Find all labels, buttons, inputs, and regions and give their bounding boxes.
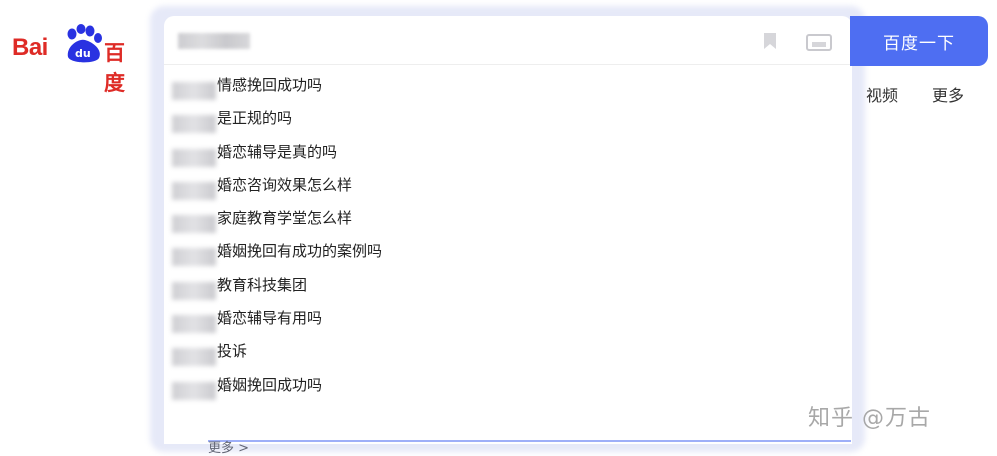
suggestion-text: 情感挽回成功吗 — [217, 76, 323, 94]
suggestion-list: 情感挽回成功吗 是正规的吗 婚恋辅导是真的吗 婚恋咨询效果怎么样 家庭教育学堂怎… — [164, 74, 852, 407]
blurred-prefix — [172, 215, 216, 234]
blurred-prefix — [172, 181, 216, 200]
suggestion-text: 是正规的吗 — [217, 109, 293, 128]
search-input[interactable] — [164, 16, 852, 64]
suggestion-item[interactable]: 投诉 — [164, 340, 852, 373]
suggestion-item[interactable]: 是正规的吗 — [164, 107, 852, 140]
nav-video-link[interactable]: 视频 — [866, 82, 898, 106]
search-button[interactable]: 百度一下 — [850, 16, 988, 66]
suggestion-item[interactable]: 婚恋辅导有用吗 — [164, 307, 852, 340]
suggestion-item[interactable]: 情感挽回成功吗 — [164, 74, 852, 107]
suggestion-text: 婚恋辅导有用吗 — [217, 309, 323, 328]
blurred-prefix — [172, 315, 216, 334]
suggestion-item[interactable]: 家庭教育学堂怎么样 — [164, 207, 852, 240]
zhihu-watermark: 知乎 @万古 — [808, 406, 931, 431]
blurred-prefix — [172, 348, 216, 367]
logo-text-cn: 百度 — [104, 41, 125, 95]
suggestion-text: 教育科技集团 — [217, 275, 308, 294]
suggestion-text: 婚姻挽回有成功的案例吗 — [217, 242, 383, 261]
panel-bottom-border — [208, 440, 851, 442]
suggestion-text: 婚姻挽回成功吗 — [217, 375, 323, 394]
blurred-prefix — [172, 115, 216, 134]
nav-more-link[interactable]: 更多 — [932, 82, 964, 106]
blurred-prefix — [172, 82, 216, 100]
query-blurred-text — [178, 33, 250, 49]
logo-text-du: du — [75, 47, 91, 60]
suggestion-text: 婚恋咨询效果怎么样 — [217, 175, 353, 194]
blurred-prefix — [172, 248, 216, 267]
suggestion-item[interactable]: 婚姻挽回成功吗 — [164, 374, 852, 407]
search-panel: 情感挽回成功吗 是正规的吗 婚恋辅导是真的吗 婚恋咨询效果怎么样 家庭教育学堂怎… — [164, 16, 852, 444]
blurred-prefix — [172, 381, 216, 400]
suggestion-item[interactable]: 教育科技集团 — [164, 274, 852, 307]
suggestion-item[interactable]: 婚恋咨询效果怎么样 — [164, 174, 852, 207]
blurred-prefix — [172, 148, 216, 167]
suggestion-text: 家庭教育学堂怎么样 — [217, 209, 353, 228]
bookmark-icon[interactable] — [762, 32, 778, 50]
suggestion-text: 投诉 — [217, 342, 248, 361]
logo-text-bai: Bai — [12, 34, 48, 61]
paw-icon: du — [67, 24, 102, 63]
blurred-prefix — [172, 281, 216, 300]
baidu-logo[interactable]: Bai du 百度 — [12, 24, 142, 95]
suggestion-item[interactable]: 婚姻挽回有成功的案例吗 — [164, 240, 852, 273]
camera-icon[interactable] — [806, 33, 832, 51]
suggestion-text: 婚恋辅导是真的吗 — [217, 142, 338, 161]
input-divider — [164, 64, 852, 65]
more-suggestions-link[interactable]: 更多 > — [208, 437, 249, 456]
suggestion-item[interactable]: 婚恋辅导是真的吗 — [164, 141, 852, 174]
